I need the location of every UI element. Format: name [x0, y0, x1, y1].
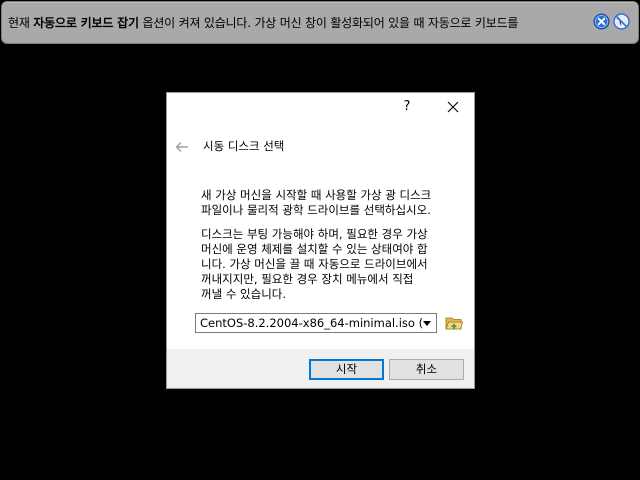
page-title: 시동 디스크 선택 — [203, 139, 285, 153]
choose-disk-file-button[interactable] — [445, 314, 464, 332]
select-startup-disk-dialog: ? 시동 디스크 선택 새 가상 머신을 시작할 때 사용할 가상 광 디스크 … — [166, 92, 475, 389]
close-circle-icon — [593, 13, 610, 30]
dont-show-again-button[interactable] — [613, 13, 630, 30]
startup-disk-dropdown[interactable]: CentOS-8.2.2004-x86_64-minimal.iso ( — [195, 313, 437, 333]
instruction-text: 새 가상 머신을 시작할 때 사용할 가상 광 디스크 파일이나 물리적 광학 … — [201, 188, 432, 217]
keyboard-capture-banner: 현재 자동으로 키보드 잡기 옵션이 켜져 있습니다. 가상 머신 창이 활성화… — [1, 1, 639, 44]
do-not-show-icon — [613, 13, 630, 30]
chevron-down-icon — [423, 321, 431, 326]
banner-message: 현재 자동으로 키보드 잡기 옵션이 켜져 있습니다. 가상 머신 창이 활성화… — [8, 16, 519, 30]
close-icon — [447, 101, 459, 113]
boot-requirement-text: 디스크는 부팅 가능해야 하며, 필요한 경우 가상 머신에 운영 체제를 설치… — [201, 227, 428, 301]
close-dialog-button[interactable] — [445, 99, 461, 115]
vm-screen: 현재 자동으로 키보드 잡기 옵션이 켜져 있습니다. 가상 머신 창이 활성화… — [0, 0, 640, 480]
dialog-footer: 시작 취소 — [167, 349, 474, 388]
close-banner-button[interactable] — [593, 13, 610, 30]
folder-open-icon — [445, 317, 464, 330]
selected-disk-value: CentOS-8.2.2004-x86_64-minimal.iso ( — [200, 316, 424, 330]
back-arrow-icon — [175, 142, 188, 152]
cancel-button[interactable]: 취소 — [389, 359, 464, 380]
help-button[interactable]: ? — [400, 99, 414, 117]
start-button[interactable]: 시작 — [309, 359, 384, 380]
back-button[interactable] — [174, 139, 190, 153]
